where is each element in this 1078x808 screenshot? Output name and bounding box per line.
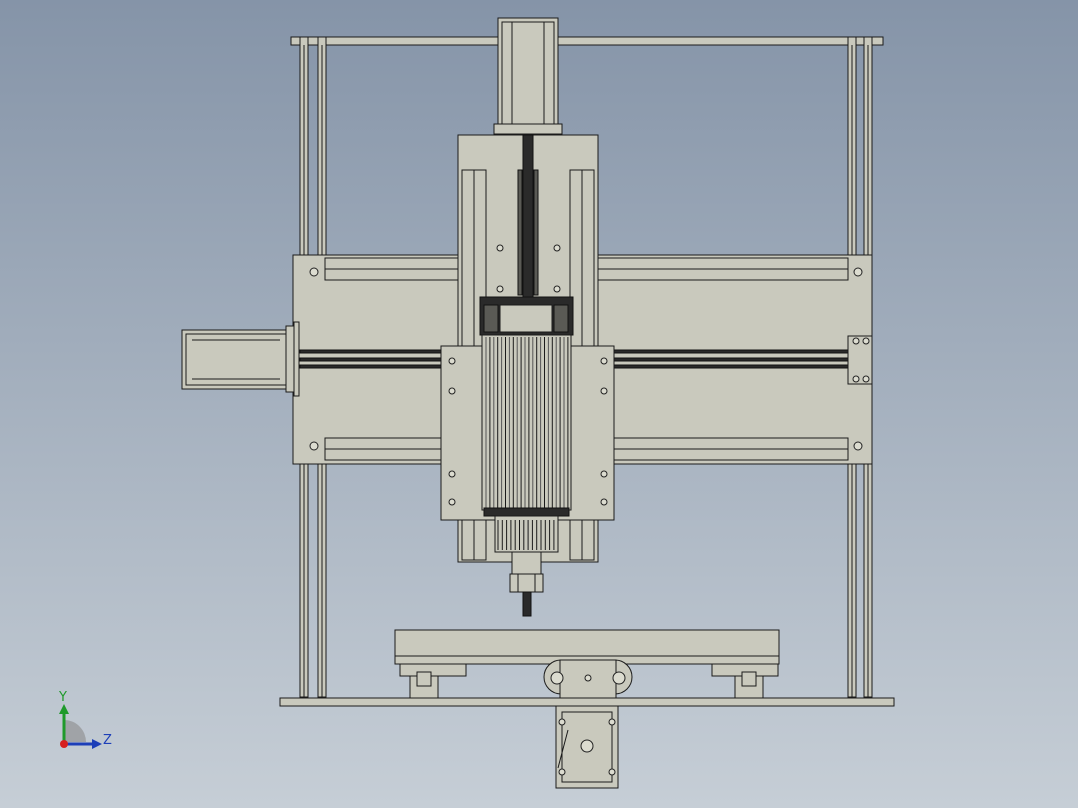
triad-z-label: Z <box>103 733 112 748</box>
cnc-machine-drawing: Y Z <box>58 17 895 789</box>
frame-top-rail <box>290 36 884 46</box>
triad-z-arrow <box>92 739 102 749</box>
triad-y-label: Y <box>58 690 67 705</box>
coordinate-triad: Y Z <box>58 690 112 749</box>
z-axis-stepper-motor <box>493 17 563 135</box>
spindle-motor <box>479 296 574 617</box>
x-axis-stepper-motor <box>181 321 300 397</box>
triad-plane-wedge <box>64 720 86 742</box>
frame-base-plate <box>279 697 895 707</box>
triad-y-arrow <box>59 704 69 714</box>
triad-x-axis-dot <box>60 740 68 748</box>
work-table <box>394 629 780 699</box>
x-screw-end-bearing <box>847 335 873 385</box>
y-axis-stepper-motor <box>555 705 619 789</box>
cad-viewport[interactable]: Y Z <box>0 0 1078 808</box>
